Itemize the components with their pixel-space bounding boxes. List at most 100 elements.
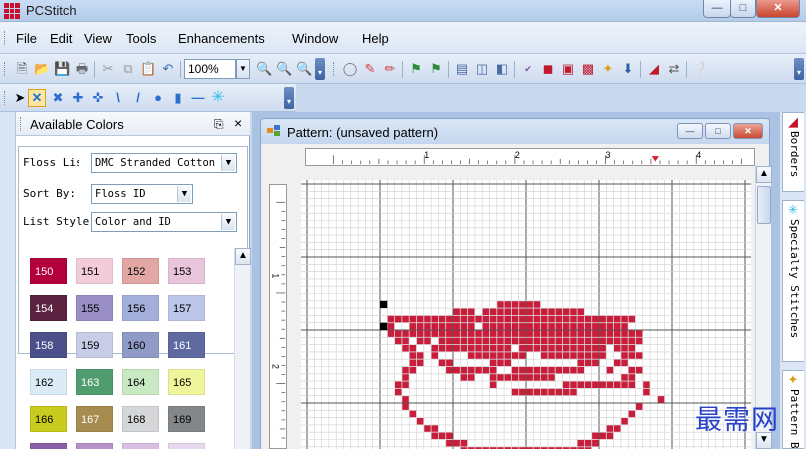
download-icon[interactable]: ⬇ [620,61,636,77]
stitch-cell[interactable] [416,352,424,359]
stitch-cell[interactable] [526,323,533,330]
stitch-cell[interactable] [438,359,446,367]
stitch-cell[interactable] [548,315,555,323]
stitch-cell[interactable] [577,381,585,389]
stitch-cell[interactable] [424,337,431,345]
stitch-cell[interactable] [599,381,606,389]
stitch-cell[interactable] [416,418,424,425]
stitch-cell[interactable] [526,388,533,396]
chevron-down-icon[interactable]: ▼ [221,155,235,171]
stitch-cell[interactable] [453,439,460,447]
stitch-cell[interactable] [635,352,643,359]
stitch-cell[interactable] [424,425,431,432]
menu-grip[interactable] [4,31,7,45]
maximize-button[interactable]: □ [730,0,756,18]
stitch-cell[interactable] [533,345,541,352]
menu-tools[interactable]: Tools [126,31,156,46]
stitch-cell[interactable] [504,352,512,359]
stitch-cell[interactable] [446,330,453,337]
stitch-cell[interactable] [468,374,475,381]
stitch-cell[interactable] [511,366,519,374]
stitch-cell[interactable] [526,337,533,345]
stitch-cell[interactable] [489,352,497,359]
stitch-cell[interactable] [643,381,650,389]
cut-icon[interactable]: ✂ [100,61,116,77]
stitch-cell[interactable] [409,323,417,330]
stitch-cell[interactable] [511,301,519,308]
stitch-cell[interactable] [402,374,409,381]
french-knot-icon[interactable]: ● [150,90,166,106]
stitch-cell[interactable] [584,315,592,323]
selection-handle[interactable] [380,322,388,330]
stitch-cell[interactable] [453,366,460,374]
color-swatch-154[interactable]: 154 [30,295,67,321]
stitch-cell[interactable] [541,337,548,345]
stitch-cell[interactable] [519,323,526,330]
stitch-cell[interactable] [402,330,409,337]
stitch-cell[interactable] [511,330,519,337]
layout-icon[interactable]: ▤ [454,61,470,77]
stitch-cell[interactable] [402,381,409,389]
stitch-cell[interactable] [395,337,402,345]
stitch-cell[interactable] [621,381,628,389]
stitch-cell[interactable] [519,374,526,381]
stitch-cell[interactable] [628,374,636,381]
stitch-cell[interactable] [438,315,446,323]
stitch-cell[interactable] [577,352,585,359]
stitch-cell[interactable] [555,366,563,374]
stitch-cell[interactable] [446,337,453,345]
stitch-cell[interactable] [504,359,512,367]
stitch-cell[interactable] [453,308,460,316]
specialty-stitch-icon[interactable]: ✳ [210,90,226,106]
pattern-minimize-button[interactable]: — [677,123,703,139]
border-tool-icon[interactable]: ◢ [646,61,662,77]
color-swatch-157[interactable]: 157 [168,295,205,321]
stitch-cell[interactable] [468,330,475,337]
zoom-dropdown-icon[interactable]: ▼ [236,59,250,79]
stitch-cell[interactable] [446,439,453,447]
stitch-cell[interactable] [533,388,541,396]
sort-by-select[interactable]: Floss ID ▼ [91,184,193,204]
stitch-cell[interactable] [555,308,563,316]
stitch-cell[interactable] [497,301,504,308]
stitch-cell[interactable] [504,301,512,308]
stitch-cell[interactable] [555,352,563,359]
color-swatch-166[interactable]: 166 [30,406,67,432]
stitch-cell[interactable] [533,323,541,330]
stitch-cell[interactable] [482,330,490,337]
stitch-cell[interactable] [570,315,577,323]
stitch-cell[interactable] [635,337,643,345]
stitch-cell[interactable] [606,337,614,345]
chevron-down-icon[interactable]: ▼ [221,214,235,230]
stitch-cell[interactable] [395,315,402,323]
stitch-cell[interactable] [504,315,512,323]
stitch-cell[interactable] [599,330,606,337]
stitch-cell[interactable] [614,337,621,345]
pattern-close-button[interactable]: ✕ [733,123,763,139]
drawing-toolbar-grip[interactable] [4,91,7,105]
close-button[interactable]: ✕ [756,0,800,18]
stitch-cell[interactable] [446,345,453,352]
stitch-cell[interactable] [592,330,599,337]
stitch-cell[interactable] [416,337,424,345]
help-icon[interactable]: ❔ [692,61,708,77]
stitch-cell[interactable] [475,330,482,337]
stitch-cell[interactable] [657,396,665,403]
stitch-cell[interactable] [548,345,555,352]
stitch-cell[interactable] [548,323,555,330]
stitch-cell[interactable] [402,403,409,410]
stitch-cell[interactable] [387,330,395,337]
stitch-cell[interactable] [555,345,563,352]
stitch-cell[interactable] [519,352,526,359]
stitch-cell[interactable] [621,323,628,330]
stitch-cell[interactable] [409,330,417,337]
stitch-cell[interactable] [511,315,519,323]
stitch-cell[interactable] [409,352,417,359]
stitch-cell[interactable] [562,381,570,389]
stitch-cell[interactable] [504,374,512,381]
tab-pattern-browser[interactable]: ✦ Pattern Bro [782,370,804,449]
stitch-cell[interactable] [489,366,497,374]
color-swatch-211[interactable]: 211 [168,443,205,449]
stitch-cell[interactable] [606,315,614,323]
tab-specialty-stitches[interactable]: ✳ Specialty Stitches [782,200,804,362]
